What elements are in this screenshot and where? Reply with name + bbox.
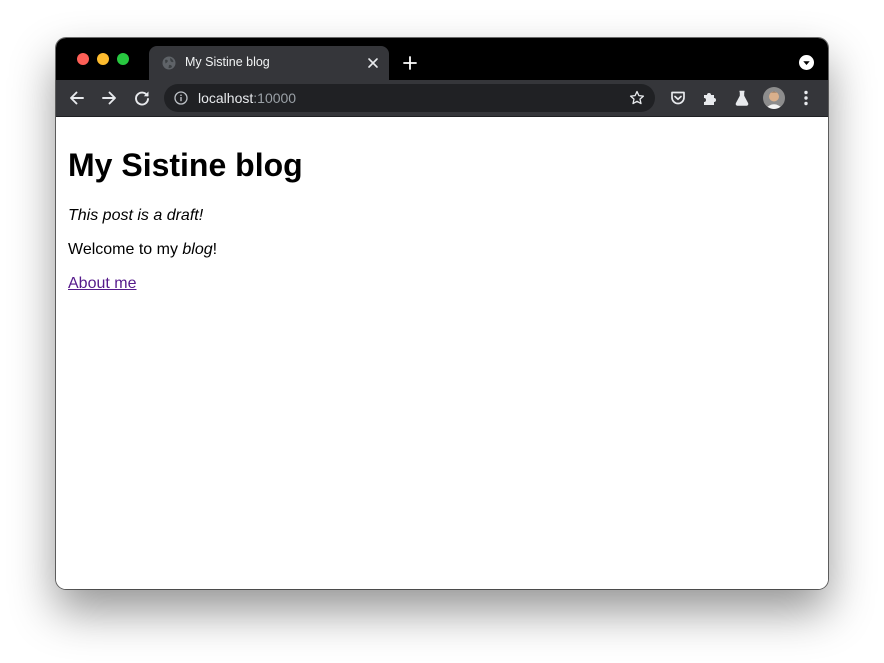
pocket-icon[interactable] (668, 88, 688, 108)
globe-icon (162, 56, 176, 70)
tab-strip: My Sistine blog (56, 38, 828, 80)
tab-title: My Sistine blog (185, 55, 270, 69)
draft-notice: This post is a draft! (68, 207, 204, 224)
address-bar[interactable]: localhost:10000 (164, 84, 655, 112)
welcome-text-start: Welcome to my (68, 241, 183, 258)
welcome-text: Welcome to my blog! (68, 241, 217, 259)
labs-flask-icon[interactable] (732, 88, 752, 108)
page-title: My Sistine blog (68, 147, 303, 183)
address-url[interactable]: localhost:10000 (198, 90, 296, 106)
minimize-window-button[interactable] (97, 53, 109, 65)
new-tab-icon[interactable] (402, 55, 418, 71)
forward-arrow-icon[interactable] (99, 88, 119, 108)
address-port: :10000 (253, 90, 297, 106)
kebab-menu-icon[interactable] (796, 88, 816, 108)
welcome-text-emphasis: blog (182, 241, 213, 258)
tab-search-icon[interactable] (799, 55, 814, 70)
close-window-button[interactable] (77, 53, 89, 65)
avatar-image (763, 87, 785, 109)
browser-toolbar: localhost:10000 (56, 80, 828, 117)
puzzle-icon[interactable] (700, 88, 720, 108)
reload-icon[interactable] (132, 88, 152, 108)
maximize-window-button[interactable] (117, 53, 129, 65)
profile-avatar[interactable] (763, 87, 785, 109)
info-icon[interactable] (174, 91, 188, 105)
close-tab-icon[interactable] (366, 56, 380, 70)
star-icon[interactable] (629, 90, 645, 106)
back-arrow-icon[interactable] (67, 88, 87, 108)
welcome-text-end: ! (212, 241, 218, 258)
address-host: localhost (198, 90, 254, 106)
tab-active[interactable]: My Sistine blog (149, 46, 389, 80)
page-content: My Sistine blog This post is a draft! We… (56, 117, 828, 589)
browser-window: My Sistine blog localhost:10000 My Sisti… (56, 38, 828, 589)
about-me-link[interactable]: About me (68, 275, 136, 293)
